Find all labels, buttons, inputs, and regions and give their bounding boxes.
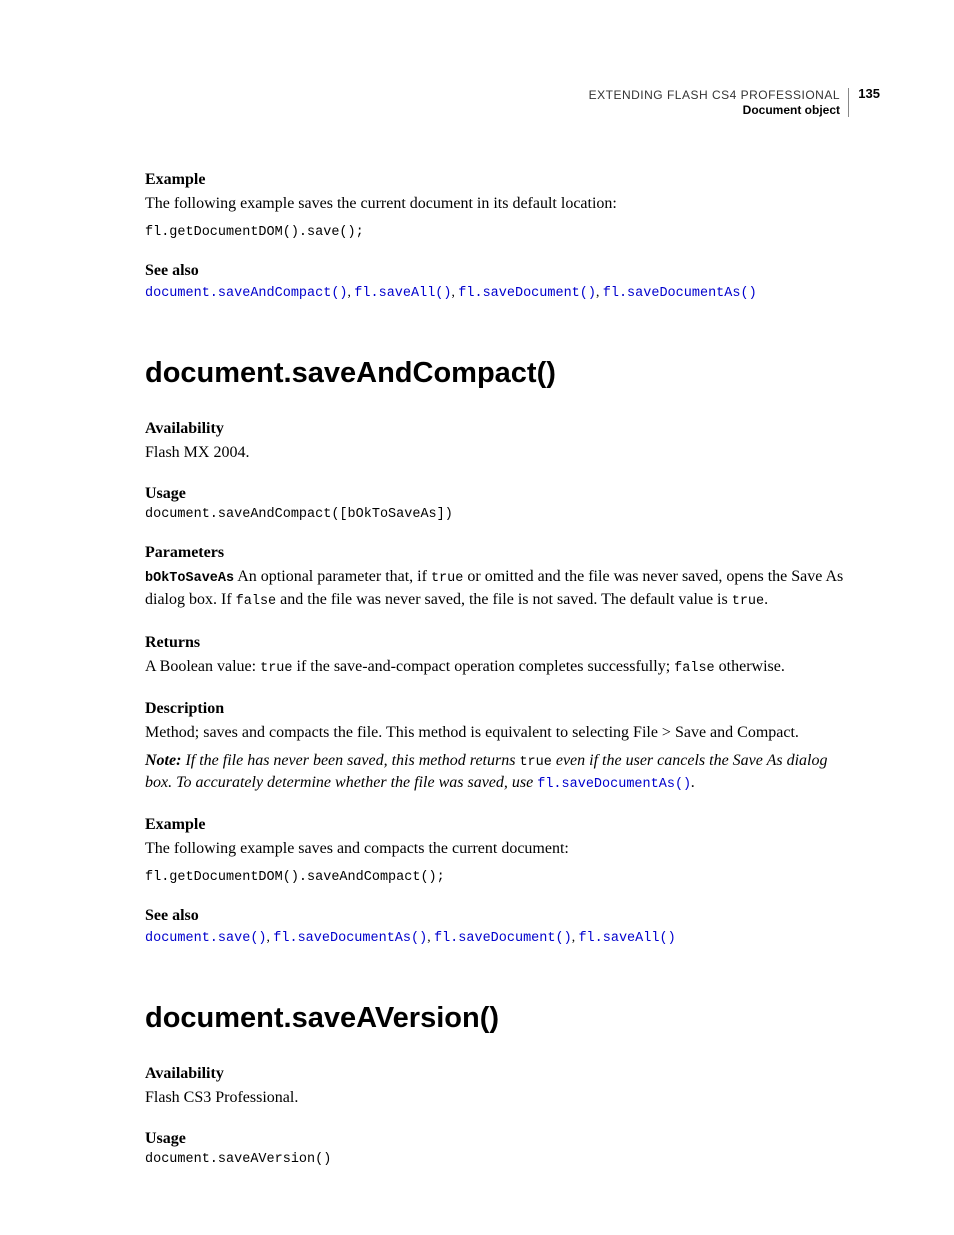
availability-heading-sav: Availability: [145, 1065, 849, 1083]
parameter-description: bOkToSaveAs An optional parameter that, …: [145, 566, 849, 612]
header-title: EXTENDING FLASH CS4 PROFESSIONAL: [145, 88, 840, 102]
see-also-links-sac: document.save(), fl.saveDocumentAs(), fl…: [145, 929, 849, 946]
example-code: fl.getDocumentDOM().save();: [145, 225, 849, 240]
availability-text-sav: Flash CS3 Professional.: [145, 1087, 849, 1109]
description-text: Method; saves and compacts the file. Thi…: [145, 722, 849, 744]
parameters-heading: Parameters: [145, 544, 849, 562]
link-savedocumentas-note[interactable]: fl.saveDocumentAs(): [537, 777, 691, 792]
example-heading-sac: Example: [145, 816, 849, 834]
page: EXTENDING FLASH CS4 PROFESSIONAL Documen…: [0, 0, 954, 1231]
link-saveandcompact[interactable]: document.saveAndCompact(): [145, 286, 348, 301]
usage-heading-sav: Usage: [145, 1130, 849, 1148]
availability-text: Flash MX 2004.: [145, 442, 849, 464]
link-savedocument[interactable]: fl.saveDocument(): [458, 286, 596, 301]
usage-code: document.saveAndCompact([bOkToSaveAs]): [145, 507, 849, 522]
returns-text: A Boolean value: true if the save-and-co…: [145, 656, 849, 678]
link-savedocument-sac[interactable]: fl.saveDocument(): [434, 931, 572, 946]
see-also-heading-sac: See also: [145, 907, 849, 925]
method-saveaversion-heading: document.saveAVersion(): [145, 1002, 849, 1035]
example-code-sac: fl.getDocumentDOM().saveAndCompact();: [145, 870, 849, 885]
see-also-heading: See also: [145, 262, 849, 280]
note-text: Note: If the file has never been saved, …: [145, 750, 849, 794]
link-saveall-sac[interactable]: fl.saveAll(): [578, 931, 675, 946]
param-name: bOkToSaveAs: [145, 571, 234, 586]
returns-heading: Returns: [145, 634, 849, 652]
link-savedocumentas[interactable]: fl.saveDocumentAs(): [603, 286, 757, 301]
description-heading: Description: [145, 700, 849, 718]
running-header: EXTENDING FLASH CS4 PROFESSIONAL Documen…: [145, 88, 849, 117]
usage-code-sav: document.saveAVersion(): [145, 1152, 849, 1167]
availability-heading: Availability: [145, 420, 849, 438]
see-also-links: document.saveAndCompact(), fl.saveAll(),…: [145, 284, 849, 301]
example-text-sac: The following example saves and compacts…: [145, 838, 849, 860]
link-savedocumentas-sac[interactable]: fl.saveDocumentAs(): [273, 931, 427, 946]
usage-heading: Usage: [145, 485, 849, 503]
header-subtitle: Document object: [145, 103, 840, 117]
example-text: The following example saves the current …: [145, 193, 849, 215]
method-saveandcompact-heading: document.saveAndCompact(): [145, 357, 849, 390]
page-number: 135: [858, 86, 880, 101]
example-heading: Example: [145, 171, 849, 189]
link-save[interactable]: document.save(): [145, 931, 267, 946]
link-saveall[interactable]: fl.saveAll(): [354, 286, 451, 301]
